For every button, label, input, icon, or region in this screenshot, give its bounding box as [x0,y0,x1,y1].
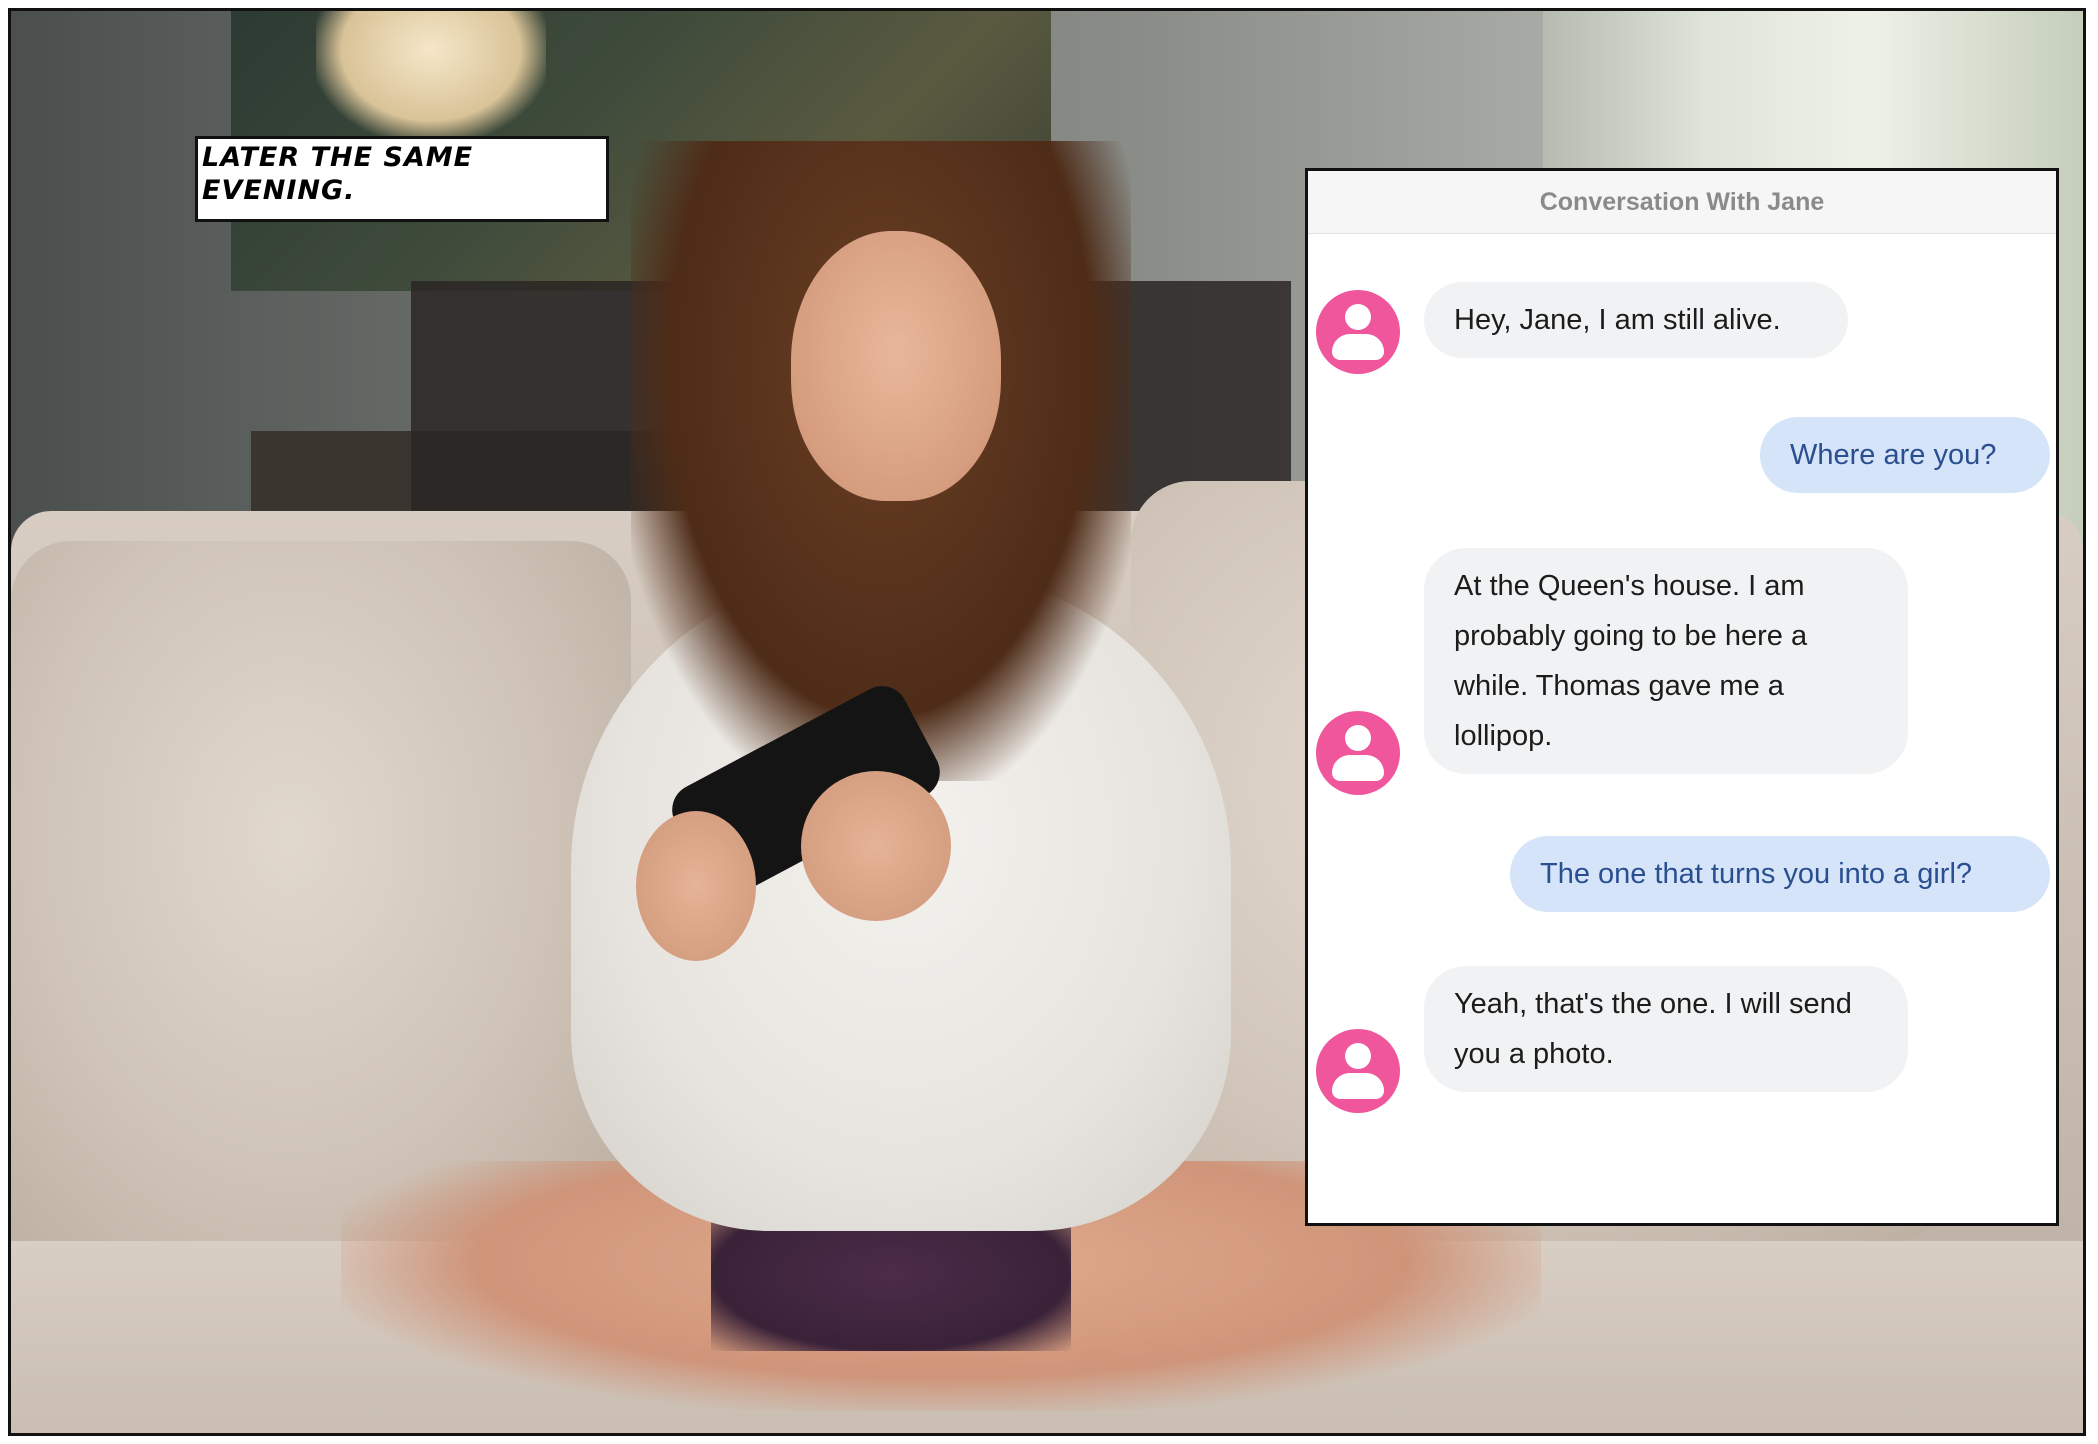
user-avatar-icon[interactable] [1316,290,1400,374]
avatar-body-shape [1332,334,1384,360]
background-lamp [316,11,546,141]
message-row-incoming: Hey, Jane, I am still alive. [1308,282,2056,382]
user-avatar-icon[interactable] [1316,1029,1400,1113]
chat-panel: Conversation With Jane Hey, Jane, I am s… [1305,168,2059,1226]
message-bubble-outgoing[interactable]: Where are you? [1760,417,2050,493]
message-list[interactable]: Hey, Jane, I am still alive. Where are y… [1308,234,2056,1223]
message-bubble-incoming[interactable]: At the Queen's house. I am probably goin… [1424,548,1908,774]
figure-hand-right [801,771,951,921]
message-bubble-incoming[interactable]: Hey, Jane, I am still alive. [1424,282,1848,358]
user-avatar-icon[interactable] [1316,711,1400,795]
figure-face [791,231,1001,501]
message-row-incoming: Yeah, that's the one. I will send you a … [1308,966,2056,1116]
message-row-outgoing: The one that turns you into a girl? [1308,836,2056,936]
avatar-head-shape [1345,1043,1371,1069]
avatar-body-shape [1332,755,1384,781]
message-bubble-outgoing[interactable]: The one that turns you into a girl? [1510,836,2050,912]
message-row-outgoing: Where are you? [1308,417,2056,517]
comic-page: Later the same evening. Conversation Wit… [0,0,2098,1444]
figure-shorts [711,1221,1071,1351]
chat-title: Conversation With Jane [1539,187,1825,216]
avatar-body-shape [1332,1073,1384,1099]
caption-text: Later the same evening. [202,142,474,206]
avatar-head-shape [1345,725,1371,751]
figure-hand-left [636,811,756,961]
caption-box: Later the same evening. [195,136,609,222]
chat-header: Conversation With Jane [1308,171,2056,234]
avatar-head-shape [1345,304,1371,330]
message-row-incoming: At the Queen's house. I am probably goin… [1308,548,2056,798]
message-bubble-incoming[interactable]: Yeah, that's the one. I will send you a … [1424,966,1908,1092]
